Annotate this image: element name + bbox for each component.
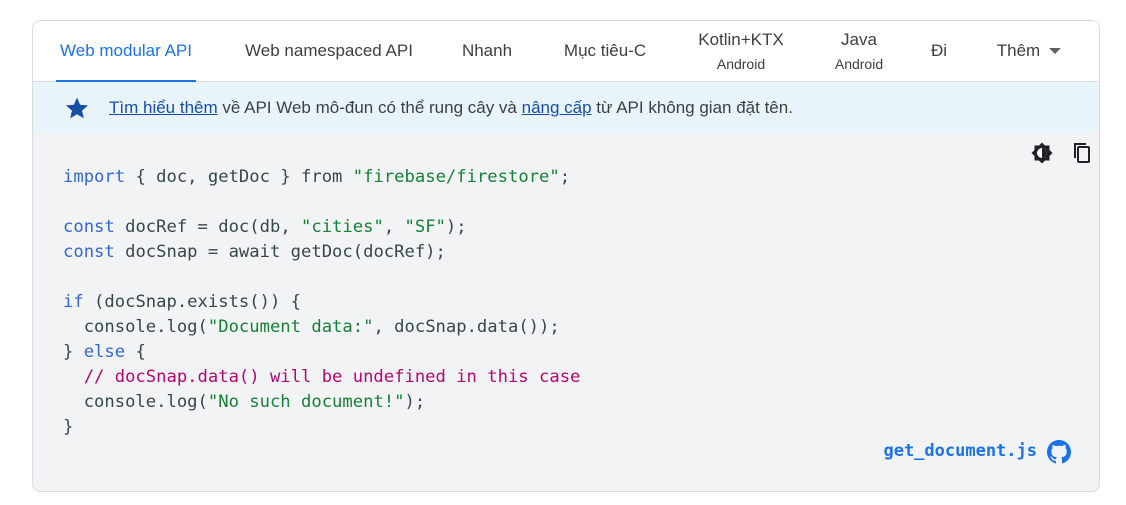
tab-label: Kotlin+KTX (698, 30, 784, 49)
code-text: ); (404, 392, 426, 412)
info-notice: Tìm hiểu thêm về API Web mô-đun có thể r… (33, 82, 1099, 133)
code-text: docSnap = await getDoc(docRef); (114, 242, 446, 262)
code-text: , (383, 217, 405, 237)
github-icon[interactable] (1047, 440, 1071, 464)
code-keyword: import (63, 167, 126, 187)
code-text: { (125, 342, 146, 362)
tab-java[interactable]: Java Android (829, 21, 889, 81)
notice-text-part: về API Web mô-đun có thể rung cây và (217, 98, 522, 117)
tab-sublabel: Android (834, 56, 884, 72)
notice-text-part: từ API không gian đặt tên. (591, 98, 793, 117)
star-icon (66, 97, 88, 119)
code-text: docRef = doc(db, (114, 217, 302, 237)
dark-theme-toggle-icon[interactable] (1030, 141, 1054, 165)
dropdown-caret-icon (1049, 48, 1062, 54)
code-text: , docSnap.data()); (373, 317, 560, 337)
code-sample-card: Web modular API Web namespaced API Nhanh… (32, 20, 1100, 492)
tab-label: Đi (930, 41, 948, 60)
tab-sublabel: Android (716, 56, 766, 72)
code-keyword: const (63, 217, 115, 237)
code-keyword: from (301, 167, 343, 187)
code-text: ); (445, 217, 467, 237)
tab-label: Mục tiêu-C (563, 41, 647, 60)
code-text: ; (559, 167, 571, 187)
tab-web-modular-api[interactable]: Web modular API (56, 21, 196, 82)
code-string: "cities" (301, 217, 384, 237)
source-file-link[interactable]: get_document.js (883, 441, 1037, 461)
code-text: console.log( (63, 392, 208, 412)
code-text: } (63, 342, 84, 362)
code-text: } (63, 417, 74, 437)
learn-more-link[interactable]: Tìm hiểu thêm (109, 98, 218, 117)
code-keyword: else (83, 342, 126, 362)
code-string: "SF" (404, 217, 446, 237)
code-text: console.log( (63, 317, 208, 337)
tab-objective-c[interactable]: Mục tiêu-C (557, 21, 653, 81)
code-text: (docSnap.exists()) { (83, 292, 302, 312)
more-tabs-dropdown[interactable]: Thêm (993, 21, 1065, 81)
tab-go[interactable]: Đi (929, 21, 949, 81)
code-keyword: if (63, 292, 84, 312)
code-keyword: const (63, 242, 115, 262)
code-string: "Document data:" (207, 317, 374, 337)
notice-text: Tìm hiểu thêm về API Web mô-đun có thể r… (109, 98, 793, 118)
tab-kotlin-ktx[interactable]: Kotlin+KTX Android (693, 21, 789, 81)
tab-web-namespaced-api[interactable]: Web namespaced API (240, 21, 418, 81)
copy-icon[interactable] (1070, 141, 1094, 165)
code-string: "No such document!" (207, 392, 405, 412)
code-block: import { doc, getDoc } from "firebase/fi… (63, 165, 580, 440)
tab-swift[interactable]: Nhanh (460, 21, 514, 81)
upgrade-link[interactable]: nâng cấp (522, 98, 592, 117)
language-tabs: Web modular API Web namespaced API Nhanh… (33, 21, 1099, 82)
tab-label: Thêm (996, 41, 1041, 60)
code-string: "firebase/firestore" (352, 167, 560, 187)
tab-label: Web modular API (60, 41, 192, 60)
tab-label: Web namespaced API (245, 41, 413, 60)
code-comment: // docSnap.data() will be undefined in t… (63, 367, 581, 387)
code-text: { doc, getDoc } (125, 167, 302, 187)
tab-label: Nhanh (461, 41, 513, 60)
tab-label: Java (841, 30, 877, 49)
